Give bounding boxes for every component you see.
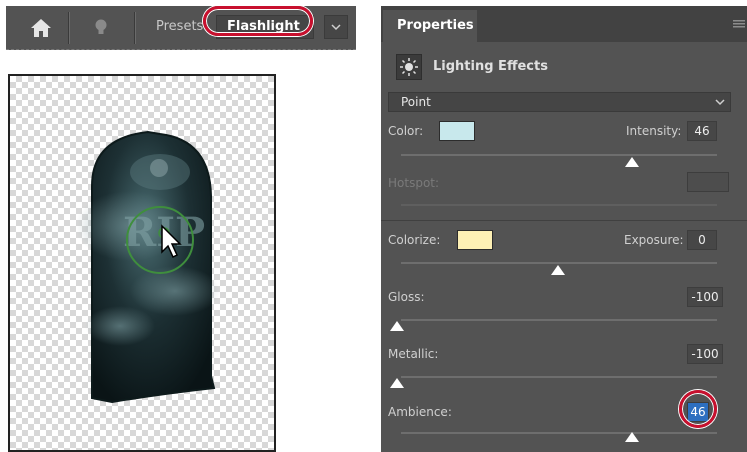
- colorize-swatch[interactable]: [457, 230, 493, 250]
- home-icon[interactable]: [30, 17, 52, 39]
- presets-label: Presets:: [156, 19, 208, 34]
- metallic-slider-thumb[interactable]: [390, 378, 404, 388]
- presets-highlight-circle: [203, 6, 313, 36]
- hotspot-label: Hotspot:: [388, 176, 440, 190]
- ambience-slider-track[interactable]: [401, 432, 717, 434]
- lighting-effects-icon: [396, 54, 422, 80]
- gloss-input[interactable]: -100: [687, 287, 723, 307]
- intensity-slider-thumb[interactable]: [625, 157, 639, 167]
- panel-section-title: Lighting Effects: [433, 59, 548, 74]
- colorize-label: Colorize:: [388, 233, 441, 247]
- metallic-input[interactable]: -100: [687, 344, 723, 364]
- document-canvas[interactable]: RIP: [8, 74, 276, 452]
- section-divider: [381, 220, 747, 221]
- panel-menu-icon[interactable]: [733, 20, 745, 28]
- light-type-select[interactable]: Point: [388, 92, 731, 112]
- pointer-cursor-icon: [161, 224, 182, 259]
- color-label: Color:: [388, 124, 424, 138]
- exposure-slider-track[interactable]: [401, 262, 717, 264]
- gloss-slider-thumb[interactable]: [390, 321, 404, 331]
- exposure-label: Exposure:: [624, 233, 684, 247]
- chevron-down-icon: [715, 99, 725, 106]
- intensity-slider-track[interactable]: [401, 154, 717, 156]
- metallic-label: Metallic:: [388, 347, 439, 361]
- lightbulb-icon[interactable]: [92, 17, 110, 39]
- exposure-input[interactable]: 0: [687, 230, 717, 250]
- hotspot-slider-track: [401, 204, 717, 206]
- hotspot-input: [687, 172, 729, 192]
- gloss-slider-track[interactable]: [401, 319, 717, 321]
- exposure-slider-thumb[interactable]: [551, 265, 565, 275]
- metallic-slider-track[interactable]: [401, 376, 717, 378]
- ambience-highlight-circle: [679, 390, 717, 428]
- ambience-slider-thumb[interactable]: [625, 432, 639, 442]
- tab-properties[interactable]: Properties: [383, 10, 477, 42]
- intensity-label: Intensity:: [626, 124, 682, 138]
- tombstone-image: RIP: [75, 130, 220, 404]
- separator: [134, 12, 136, 44]
- intensity-input[interactable]: 46: [687, 121, 717, 141]
- color-swatch[interactable]: [439, 121, 475, 141]
- gloss-label: Gloss:: [388, 290, 425, 304]
- ambience-label: Ambience:: [388, 405, 452, 419]
- separator: [68, 12, 70, 44]
- chevron-down-icon: [331, 24, 341, 31]
- presets-dropdown-button[interactable]: [324, 15, 348, 39]
- properties-panel: Properties Lighting Effects Point Color:…: [381, 6, 747, 452]
